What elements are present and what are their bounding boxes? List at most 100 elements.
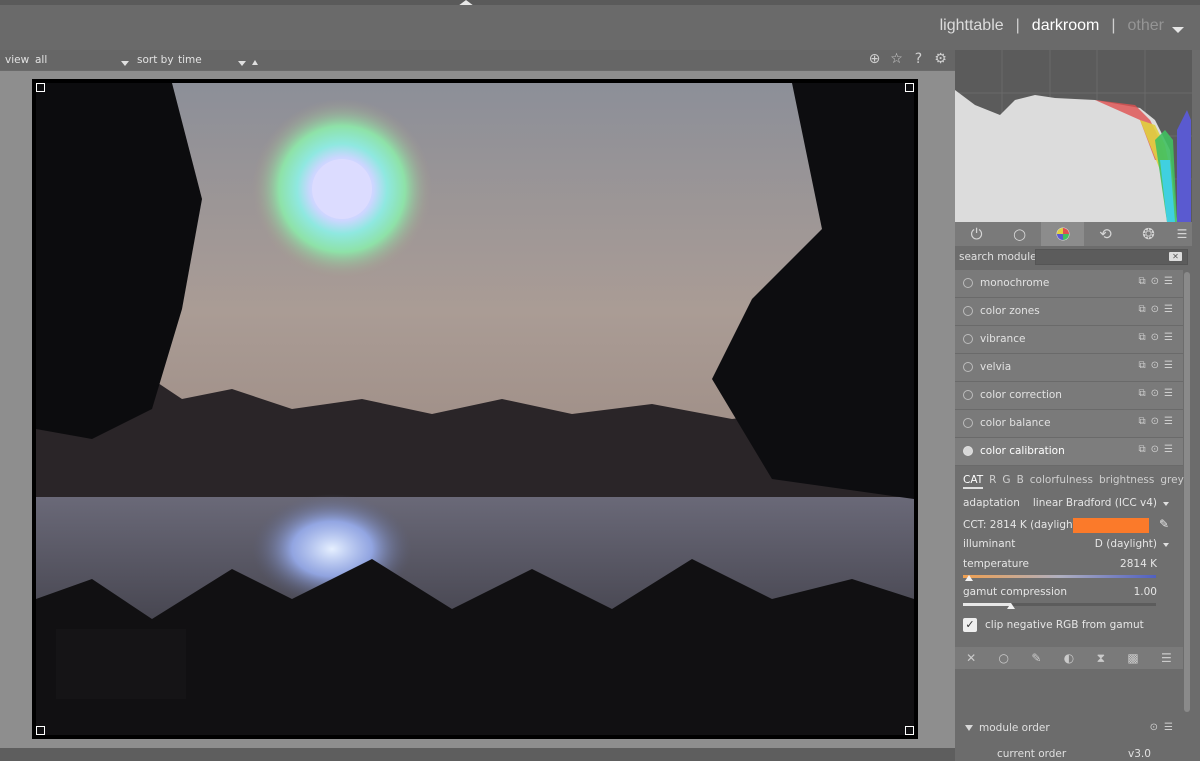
module-power-icon[interactable] — [963, 334, 973, 344]
reset-icon[interactable]: ⊙ — [1151, 388, 1159, 399]
view-lighttable[interactable]: lighttable — [940, 17, 1004, 35]
presets-icon[interactable]: ☰ — [1164, 388, 1173, 399]
blend-raster-mask-icon[interactable]: ▩ — [1127, 651, 1138, 665]
module-color-balance[interactable]: color balance ⧉ ⊙ ☰ — [955, 410, 1183, 438]
cct-color-swatch[interactable] — [1073, 518, 1149, 533]
multi-instance-icon[interactable]: ⧉ — [1139, 416, 1146, 427]
blend-drawn-parametric-icon[interactable]: ⧗ — [1097, 651, 1105, 666]
blend-menu-icon[interactable]: ☰ — [1161, 651, 1172, 665]
illuminant-dropdown-icon[interactable] — [1163, 543, 1169, 547]
histogram-graph — [955, 50, 1192, 222]
multi-instance-icon[interactable]: ⧉ — [1139, 276, 1146, 287]
module-color-zones[interactable]: color zones ⧉ ⊙ ☰ — [955, 298, 1183, 326]
color-modules-tab-icon[interactable] — [1041, 222, 1084, 246]
illuminant-value[interactable]: D (daylight) — [1095, 538, 1157, 550]
blend-parametric-mask-icon[interactable]: ◐ — [1064, 651, 1074, 665]
correct-modules-tab-icon[interactable]: ⟲ — [1084, 222, 1127, 246]
gamut-compression-slider-knob[interactable] — [1007, 603, 1016, 609]
module-order-header[interactable]: module order ⊙ ☰ — [955, 717, 1183, 741]
sort-value[interactable]: time — [178, 54, 202, 66]
module-name: velvia — [980, 361, 1012, 373]
blend-uniform-icon[interactable]: ○ — [999, 651, 1009, 665]
view-filter-label: view — [5, 54, 30, 66]
presets-icon[interactable]: ☰ — [1164, 444, 1173, 455]
module-power-icon[interactable] — [963, 362, 973, 372]
sort-dropdown-icon[interactable] — [238, 57, 246, 69]
tab-b[interactable]: B — [1017, 474, 1024, 489]
collapse-arrow-icon[interactable] — [965, 725, 973, 731]
photo[interactable] — [32, 79, 918, 739]
view-separator: | — [1111, 17, 1116, 34]
blend-off-icon[interactable]: ✕ — [966, 651, 976, 665]
view-filter-value[interactable]: all — [35, 54, 47, 66]
tab-colorfulness[interactable]: colorfulness — [1030, 474, 1093, 489]
grouping-icon[interactable]: ⊕ — [866, 51, 883, 68]
presets-icon[interactable]: ☰ — [1164, 276, 1173, 287]
blend-drawn-mask-icon[interactable]: ✎ — [1031, 651, 1041, 665]
module-monochrome[interactable]: monochrome ⧉ ⊙ ☰ — [955, 270, 1183, 298]
multi-instance-icon[interactable]: ⧉ — [1139, 444, 1146, 455]
reset-icon[interactable]: ⊙ — [1151, 304, 1159, 315]
module-power-icon[interactable] — [963, 390, 973, 400]
histogram[interactable] — [955, 50, 1192, 222]
gamut-compression-slider[interactable] — [963, 603, 1156, 609]
crop-handle-bottom-left[interactable] — [36, 726, 45, 735]
module-power-icon[interactable] — [963, 278, 973, 288]
clear-search-icon[interactable]: ✕ — [1169, 252, 1182, 261]
star-icon[interactable]: ☆ — [888, 51, 905, 68]
temperature-slider[interactable] — [963, 575, 1156, 581]
adaptation-dropdown-icon[interactable] — [1163, 502, 1169, 506]
module-order-title: module order — [979, 722, 1050, 734]
module-color-correction[interactable]: color correction ⧉ ⊙ ☰ — [955, 382, 1183, 410]
tab-brightness[interactable]: brightness — [1099, 474, 1154, 489]
effect-modules-tab-icon[interactable]: ❂ — [1127, 222, 1170, 246]
crop-handle-bottom-right[interactable] — [905, 726, 914, 735]
presets-icon[interactable]: ☰ — [1164, 416, 1173, 427]
view-darkroom[interactable]: darkroom — [1032, 17, 1100, 35]
module-power-icon[interactable] — [963, 446, 973, 456]
gamut-compression-fill — [963, 603, 1012, 606]
module-presets-menu-icon[interactable]: ☰ — [1172, 227, 1192, 241]
tab-cat[interactable]: CAT — [963, 474, 984, 489]
tab-g[interactable]: G — [1002, 474, 1010, 489]
presets-icon[interactable]: ☰ — [1164, 304, 1173, 315]
help-icon[interactable]: ? — [910, 51, 927, 68]
presets-icon[interactable]: ☰ — [1164, 332, 1173, 343]
presets-icon[interactable]: ☰ — [1164, 360, 1173, 371]
reset-icon[interactable]: ⊙ — [1151, 332, 1159, 343]
presets-icon[interactable]: ☰ — [1164, 722, 1173, 733]
adaptation-value[interactable]: linear Bradford (ICC v4) — [1033, 497, 1157, 509]
multi-instance-icon[interactable]: ⧉ — [1139, 304, 1146, 315]
module-power-icon[interactable] — [963, 418, 973, 428]
gear-icon[interactable]: ⚙ — [932, 51, 949, 68]
sort-order-icon[interactable] — [252, 56, 258, 68]
reset-icon[interactable]: ⊙ — [1150, 722, 1158, 733]
tab-grey[interactable]: grey — [1160, 474, 1183, 489]
module-velvia[interactable]: velvia ⧉ ⊙ ☰ — [955, 354, 1183, 382]
multi-instance-icon[interactable]: ⧉ — [1139, 388, 1146, 399]
view-other[interactable]: other — [1128, 17, 1164, 35]
views-dropdown-icon[interactable] — [1172, 27, 1184, 33]
clip-negative-rgb-checkbox[interactable]: ✓ — [963, 618, 977, 632]
crop-handle-top-left[interactable] — [36, 83, 45, 92]
view-filter-dropdown-icon[interactable] — [121, 57, 129, 69]
reset-icon[interactable]: ⊙ — [1151, 276, 1159, 287]
module-vibrance[interactable]: vibrance ⧉ ⊙ ☰ — [955, 326, 1183, 354]
multi-instance-icon[interactable]: ⧉ — [1139, 332, 1146, 343]
multi-instance-icon[interactable]: ⧉ — [1139, 360, 1146, 371]
right-panel-scrollbar[interactable] — [1184, 272, 1190, 712]
temperature-slider-knob[interactable] — [964, 575, 973, 581]
base-modules-tab-icon[interactable]: ○ — [998, 222, 1041, 246]
color-picker-icon[interactable]: ✎ — [1159, 517, 1169, 531]
tab-r[interactable]: R — [989, 474, 996, 489]
clip-negative-rgb-label: clip negative RGB from gamut — [985, 619, 1144, 631]
crop-handle-top-right[interactable] — [905, 83, 914, 92]
reset-icon[interactable]: ⊙ — [1151, 444, 1159, 455]
image-canvas[interactable] — [0, 71, 955, 748]
active-modules-tab-icon[interactable]: ⏻ — [955, 222, 998, 246]
module-color-calibration[interactable]: color calibration ⧉ ⊙ ☰ — [955, 438, 1183, 466]
reset-icon[interactable]: ⊙ — [1151, 360, 1159, 371]
reset-icon[interactable]: ⊙ — [1151, 416, 1159, 427]
module-power-icon[interactable] — [963, 306, 973, 316]
search-module-input[interactable] — [1035, 249, 1188, 265]
